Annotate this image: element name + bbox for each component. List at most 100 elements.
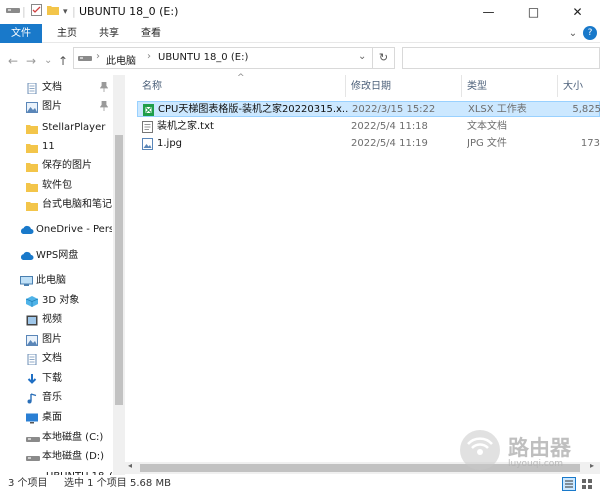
sidebar-item[interactable]: 此电脑 [20, 271, 112, 290]
forward-button[interactable]: → [26, 54, 36, 68]
search-input[interactable] [402, 47, 600, 69]
file-row[interactable]: CPU天梯图表格版-装机之家20220315.x... 2022/3/15 15:… [137, 101, 600, 117]
address-dropdown-icon[interactable]: ⌄ [358, 51, 366, 62]
sidebar-item[interactable]: 3D 对象 [26, 291, 112, 310]
sidebar-item-label: 图片 [42, 101, 62, 112]
folder-icon [26, 180, 38, 192]
file-type: JPG 文件 [467, 138, 507, 149]
document-icon [26, 82, 38, 95]
drive-icon [26, 451, 40, 462]
nav-scrollbar-thumb[interactable] [115, 135, 123, 405]
sidebar-item[interactable]: 音乐 [26, 388, 112, 407]
ribbon-expand-icon[interactable]: ⌄ [566, 24, 580, 43]
breadcrumb-current-drive[interactable]: UBUNTU 18_0 (E:) [158, 52, 248, 63]
picture-icon [26, 334, 38, 346]
sidebar-item[interactable]: 文档 [26, 78, 112, 97]
sidebar-item[interactable]: 文档 [26, 349, 112, 368]
scroll-right-icon[interactable]: ▸ [590, 461, 594, 470]
sidebar-item[interactable]: 图片 [26, 330, 112, 349]
sidebar-item-label: 桌面 [42, 412, 62, 423]
sidebar-item-label: 3D 对象 [42, 295, 80, 306]
sidebar-item[interactable]: 保存的图片 [26, 156, 112, 175]
file-row[interactable]: 1.jpg 2022/5/4 11:19 JPG 文件 173 [137, 136, 600, 152]
tab-view[interactable]: 查看 [134, 24, 168, 43]
refresh-button[interactable]: ↻ [373, 47, 395, 69]
details-view-icon[interactable] [562, 477, 576, 491]
watermark-url: luyouqi.com [508, 459, 564, 469]
column-divider[interactable] [345, 75, 346, 97]
excel-icon [143, 104, 154, 116]
download-icon [26, 373, 38, 384]
sidebar-item[interactable]: 11 [26, 137, 112, 156]
minimize-button[interactable]: — [466, 0, 511, 24]
sidebar-item[interactable]: 台式电脑和笔记 [26, 195, 112, 214]
sidebar-item[interactable]: 下载 [26, 369, 112, 388]
sidebar-item[interactable]: 视频 [26, 310, 112, 329]
drive-icon [78, 53, 92, 66]
folder-icon [26, 160, 38, 172]
file-modified: 2022/5/4 11:18 [351, 121, 428, 132]
status-item-count: 3 个项目 [8, 478, 48, 489]
recent-dropdown-icon[interactable]: ⌄ [44, 54, 52, 68]
sidebar-item-label: 图片 [42, 334, 62, 345]
column-modified[interactable]: 修改日期 [351, 80, 391, 94]
file-name: 1.jpg [157, 138, 183, 149]
quick-access-dropdown-icon[interactable]: ▾ [63, 4, 68, 20]
tab-share[interactable]: 共享 [92, 24, 126, 43]
window-title: UBUNTU 18_0 (E:) [79, 5, 179, 18]
large-icons-view-icon[interactable] [580, 477, 594, 491]
properties-icon[interactable] [31, 4, 42, 21]
column-type[interactable]: 类型 [467, 80, 487, 94]
sidebar-item-label: 台式电脑和笔记 [42, 199, 112, 210]
sidebar-item-label: 保存的图片 [42, 160, 92, 171]
column-name[interactable]: 名称 [142, 80, 162, 94]
sidebar-item[interactable]: 软件包 [26, 176, 112, 195]
maximize-button[interactable]: □ [511, 0, 556, 24]
file-row[interactable]: 装机之家.txt 2022/5/4 11:18 文本文档 [137, 119, 600, 135]
tab-home[interactable]: 主页 [50, 24, 84, 43]
back-button[interactable]: ← [8, 54, 18, 68]
sidebar-item-label: 11 [42, 141, 55, 152]
sort-arrow-icon: ^ [237, 73, 245, 83]
watermark-brand: 路由器 [508, 436, 571, 460]
document-icon [26, 353, 38, 366]
tab-file[interactable]: 文件 [0, 24, 42, 43]
column-size[interactable]: 大小 [563, 80, 583, 94]
sidebar-item[interactable]: 本地磁盘 (C:) [26, 428, 112, 447]
sidebar-item[interactable]: 桌面 [26, 408, 112, 427]
file-modified: 2022/5/4 11:19 [351, 138, 428, 149]
up-button[interactable]: ↑ [58, 54, 68, 68]
column-divider[interactable] [461, 75, 462, 97]
pin-icon [99, 97, 109, 116]
sidebar-item-label: WPS网盘 [36, 250, 79, 261]
new-folder-icon[interactable] [47, 4, 59, 20]
sidebar-item-label: 此电脑 [36, 275, 66, 286]
sidebar-item[interactable]: StellarPlayer [26, 118, 112, 137]
status-size: 5.68 MB [130, 478, 171, 489]
watermark-logo-icon [460, 430, 500, 470]
file-size: 173 [580, 138, 600, 149]
scroll-left-icon[interactable]: ◂ [128, 461, 132, 470]
sidebar-item[interactable]: WPS网盘 [20, 246, 112, 265]
sidebar-item-label: 软件包 [42, 180, 72, 191]
breadcrumb-this-pc[interactable]: 此电脑 [106, 52, 136, 67]
address-bar[interactable]: › 此电脑 › UBUNTU 18_0 (E:) ⌄ [73, 47, 373, 69]
close-button[interactable]: ✕ [555, 0, 600, 24]
text-file-icon [142, 121, 153, 133]
sidebar-item[interactable]: OneDrive - Perso [20, 220, 112, 239]
drive-icon [26, 432, 40, 443]
drive-icon [6, 4, 20, 20]
file-type: XLSX 工作表 [468, 104, 527, 115]
picture-icon [26, 101, 38, 113]
help-icon[interactable]: ? [583, 26, 597, 40]
title-separator: | [72, 5, 76, 18]
column-divider[interactable] [557, 75, 558, 97]
sidebar-item[interactable]: 本地磁盘 (D:) [26, 447, 112, 466]
pin-icon [99, 78, 109, 97]
sidebar-item[interactable]: 图片 [26, 97, 112, 116]
sidebar-item-label: 音乐 [42, 392, 62, 403]
file-name: 装机之家.txt [157, 121, 214, 132]
sidebar-item-label: 文档 [42, 82, 62, 93]
sidebar-item-label: 视频 [42, 314, 62, 325]
image-file-icon [142, 138, 153, 150]
